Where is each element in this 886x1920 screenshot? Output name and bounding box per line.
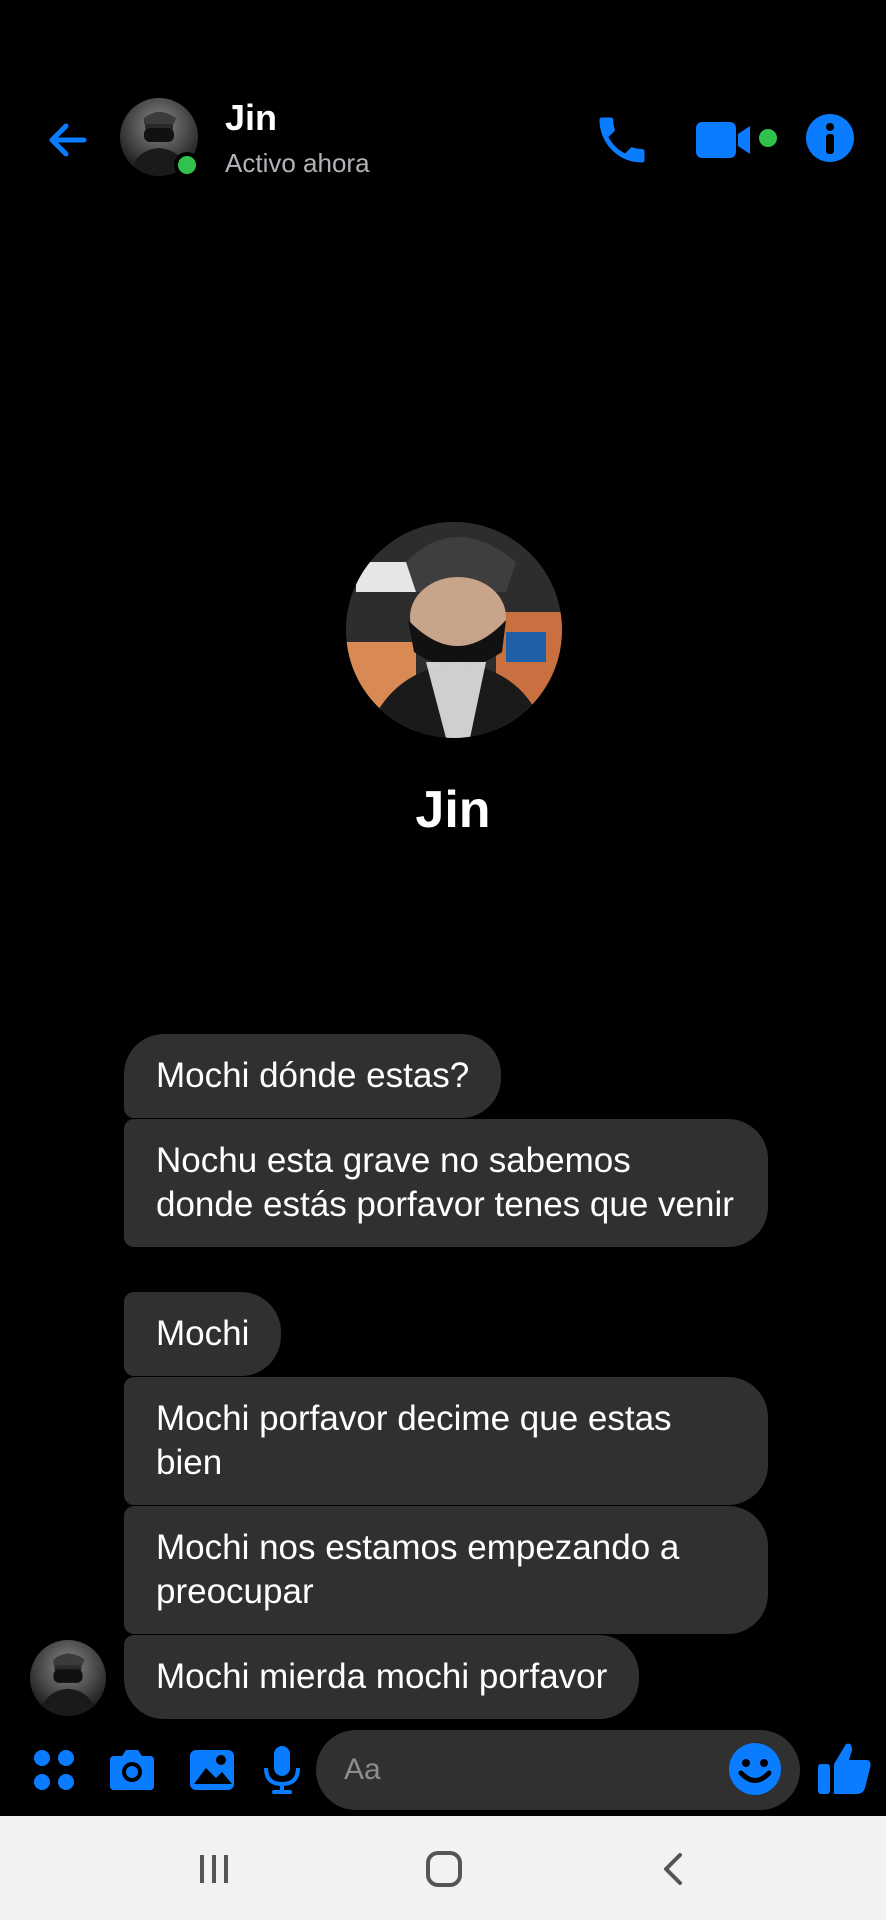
avatar-photo <box>39 1653 97 1716</box>
online-indicator <box>174 152 200 178</box>
message-bubble[interactable]: Mochi porfavor decime que estas bien <box>124 1377 768 1505</box>
microphone-button[interactable] <box>252 1740 312 1800</box>
home-button[interactable] <box>414 1844 474 1894</box>
gallery-button[interactable] <box>182 1740 242 1800</box>
profile-photo <box>346 522 562 738</box>
sender-avatar[interactable] <box>30 1640 106 1716</box>
microphone-icon <box>264 1746 300 1794</box>
message-input-container <box>316 1730 800 1810</box>
profile-name: Jin <box>415 781 491 839</box>
emoji-button[interactable] <box>726 1740 784 1798</box>
apps-button[interactable] <box>24 1740 84 1800</box>
camera-button[interactable] <box>102 1740 162 1800</box>
gallery-icon <box>190 1750 234 1790</box>
profile-avatar[interactable] <box>346 522 562 738</box>
thumbs-up-icon <box>818 1743 871 1794</box>
message-composer <box>0 1728 886 1812</box>
info-icon <box>806 114 854 162</box>
emoji-icon <box>729 1743 781 1795</box>
back-arrow-icon <box>49 123 87 157</box>
back-icon <box>664 1853 682 1885</box>
message-bubble[interactable]: Mochi nos estamos empezando a preocupar <box>124 1506 768 1634</box>
home-icon <box>426 1851 462 1887</box>
message-bubble[interactable]: Mochi dónde estas? <box>124 1034 502 1118</box>
audio-call-button[interactable] <box>592 110 652 170</box>
system-back-button[interactable] <box>644 1844 704 1894</box>
messenger-chat-screen: Jin Activo ahora Jin Mochi dónde estas? … <box>0 0 886 1920</box>
message-bubble[interactable]: Mochi mierda mochi porfavor <box>124 1635 640 1719</box>
system-navigation-bar <box>0 1816 886 1920</box>
recent-apps-button[interactable] <box>184 1844 244 1894</box>
camera-icon <box>110 1750 154 1790</box>
phone-icon <box>599 117 645 163</box>
video-call-button[interactable] <box>694 112 786 168</box>
contact-status: Activo ahora <box>225 148 370 178</box>
message-input[interactable] <box>342 1730 722 1810</box>
info-button[interactable] <box>802 110 858 166</box>
like-button[interactable] <box>814 1738 878 1802</box>
apps-grid-icon <box>34 1750 74 1790</box>
message-bubble[interactable]: Mochi <box>124 1292 282 1376</box>
chat-header: Jin Activo ahora <box>0 88 886 188</box>
contact-avatar[interactable] <box>120 98 200 178</box>
video-camera-icon <box>696 122 777 158</box>
recent-apps-icon <box>200 1855 228 1883</box>
contact-name[interactable]: Jin <box>225 98 277 138</box>
back-button[interactable] <box>40 112 96 168</box>
message-bubble[interactable]: Nochu esta grave no sabemos donde estás … <box>124 1119 768 1247</box>
